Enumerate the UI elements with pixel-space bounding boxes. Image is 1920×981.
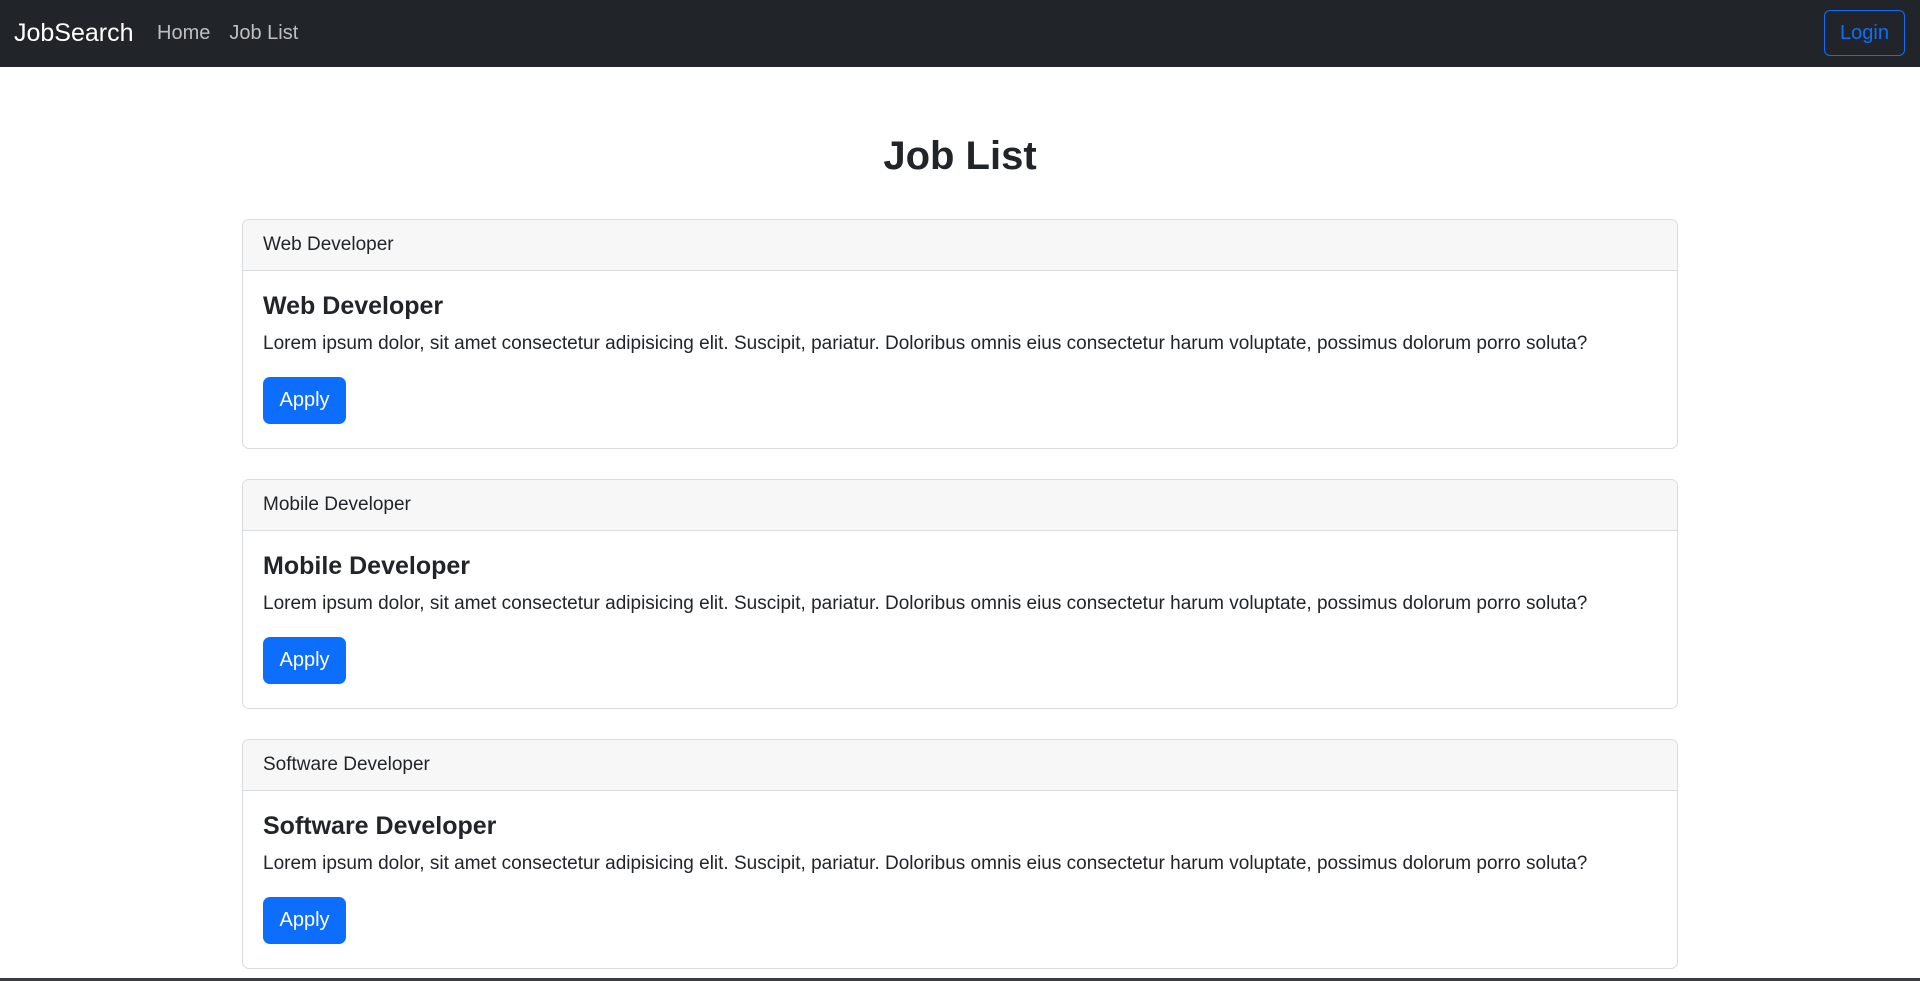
card-title: Mobile Developer [263,552,470,580]
job-card-mobile-developer: Mobile Developer Mobile Developer Lorem … [242,479,1678,709]
card-header: Web Developer [243,220,1677,271]
navbar: JobSearch Home Job List Login [0,0,1920,67]
card-body: Mobile Developer Lorem ipsum dolor, sit … [243,531,1677,704]
card-description: Lorem ipsum dolor, sit amet consectetur … [263,853,1588,874]
card-header: Mobile Developer [243,480,1677,531]
card-title: Software Developer [263,812,497,840]
apply-button[interactable]: Apply [263,377,346,424]
job-card-software-developer: Software Developer Software Developer Lo… [242,739,1678,969]
apply-button[interactable]: Apply [263,897,346,944]
apply-button[interactable]: Apply [263,637,346,684]
job-card-web-developer: Web Developer Web Developer Lorem ipsum … [242,219,1678,449]
card-description: Lorem ipsum dolor, sit amet consectetur … [263,593,1588,614]
card-title: Web Developer [263,292,444,320]
card-description: Lorem ipsum dolor, sit amet consectetur … [263,333,1588,354]
card-header: Software Developer [243,740,1677,791]
card-body: Web Developer Lorem ipsum dolor, sit ame… [243,271,1677,444]
nav-link-home[interactable]: Home [157,20,210,46]
page-title: Job List [883,134,1037,178]
nav-links: Home Job List [157,20,298,46]
card-body: Software Developer Lorem ipsum dolor, si… [243,791,1677,964]
nav-link-job-list[interactable]: Job List [229,20,298,46]
brand-logo[interactable]: JobSearch [14,17,134,49]
login-button[interactable]: Login [1824,10,1905,56]
